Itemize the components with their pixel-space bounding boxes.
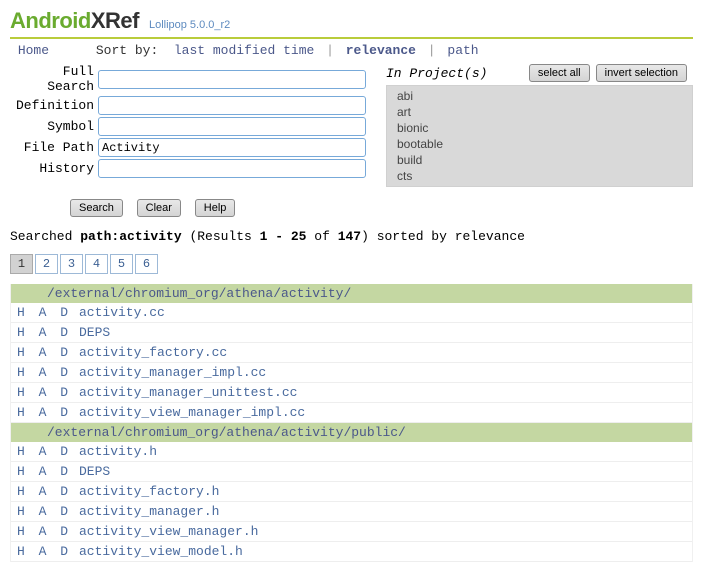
file-link[interactable]: DEPS — [79, 464, 110, 479]
sort-lmt[interactable]: last modified time — [174, 43, 314, 58]
dir-row: /external/chromium_org/athena/activity/p… — [11, 423, 692, 442]
project-item[interactable]: cts — [387, 168, 692, 184]
label-file-path: File Path — [10, 140, 98, 155]
project-item[interactable]: bootable — [387, 136, 692, 152]
had-links[interactable]: H A D — [17, 544, 79, 559]
results-summary: Searched path:activity (Results 1 - 25 o… — [10, 229, 693, 244]
file-row: H A Dactivity_view_manager_impl.cc — [11, 403, 692, 423]
file-row: H A Dactivity_view_model.h — [11, 542, 692, 562]
file-row: H A DDEPS — [11, 323, 692, 343]
pager-page[interactable]: 4 — [85, 254, 108, 274]
pager-page[interactable]: 2 — [35, 254, 58, 274]
search-form: Full Search Definition Symbol File Path … — [10, 64, 366, 180]
home-link[interactable]: Home — [18, 43, 49, 58]
in-projects-label: In Project(s) — [386, 66, 487, 81]
file-link[interactable]: activity_factory.h — [79, 484, 219, 499]
label-full-search: Full Search — [10, 64, 98, 94]
project-list[interactable]: abiartbionicbootablebuildcts — [386, 85, 693, 187]
results-query: path:activity — [80, 229, 181, 244]
results-m2: of — [306, 229, 337, 244]
file-row: H A DDEPS — [11, 462, 692, 482]
project-item[interactable]: bionic — [387, 120, 692, 136]
file-link[interactable]: activity_view_model.h — [79, 544, 243, 559]
had-links[interactable]: H A D — [17, 345, 79, 360]
invert-selection-button[interactable]: invert selection — [596, 64, 687, 82]
select-all-button[interactable]: select all — [529, 64, 590, 82]
file-link[interactable]: activity_factory.cc — [79, 345, 227, 360]
sort-relevance[interactable]: relevance — [346, 43, 416, 58]
file-link[interactable]: activity_manager_unittest.cc — [79, 385, 297, 400]
file-path-input[interactable] — [98, 138, 366, 157]
pager-page[interactable]: 6 — [135, 254, 158, 274]
file-row: H A Dactivity_factory.h — [11, 482, 692, 502]
file-link[interactable]: DEPS — [79, 325, 110, 340]
file-row: H A Dactivity_factory.cc — [11, 343, 692, 363]
file-row: H A Dactivity.h — [11, 442, 692, 462]
results-m1: (Results — [182, 229, 260, 244]
results-range: 1 - 25 — [260, 229, 307, 244]
had-links[interactable]: H A D — [17, 524, 79, 539]
had-links[interactable]: H A D — [17, 305, 79, 320]
had-links[interactable]: H A D — [17, 444, 79, 459]
had-links[interactable]: H A D — [17, 484, 79, 499]
history-input[interactable] — [98, 159, 366, 178]
dir-row: /external/chromium_org/athena/activity/ — [11, 284, 692, 303]
had-links[interactable]: H A D — [17, 365, 79, 380]
had-links[interactable]: H A D — [17, 504, 79, 519]
had-links[interactable]: H A D — [17, 385, 79, 400]
file-row: H A Dactivity_manager.h — [11, 502, 692, 522]
logo-xref: XRef — [91, 8, 139, 34]
had-links[interactable]: H A D — [17, 405, 79, 420]
pager-page[interactable]: 5 — [110, 254, 133, 274]
file-link[interactable]: activity_manager_impl.cc — [79, 365, 266, 380]
results-prefix: Searched — [10, 229, 80, 244]
project-item[interactable]: art — [387, 104, 692, 120]
results-suffix: ) sorted by relevance — [361, 229, 525, 244]
pager-page[interactable]: 1 — [10, 254, 33, 274]
results-total: 147 — [338, 229, 361, 244]
full-search-input[interactable] — [98, 70, 366, 89]
file-link[interactable]: activity_view_manager.h — [79, 524, 258, 539]
pager-page[interactable]: 3 — [60, 254, 83, 274]
file-row: H A Dactivity_manager_unittest.cc — [11, 383, 692, 403]
logo-android: Android — [10, 8, 91, 34]
dir-link[interactable]: /external/chromium_org/athena/activity/p… — [47, 425, 406, 440]
sort-path[interactable]: path — [447, 43, 478, 58]
had-links[interactable]: H A D — [17, 464, 79, 479]
help-button[interactable]: Help — [195, 199, 236, 217]
version-label: Lollipop 5.0.0_r2 — [149, 19, 230, 31]
header-rule — [10, 37, 693, 39]
file-link[interactable]: activity_view_manager_impl.cc — [79, 405, 305, 420]
file-row: H A Dactivity.cc — [11, 303, 692, 323]
nav-row: Home Sort by: last modified time | relev… — [10, 43, 693, 58]
project-item[interactable]: abi — [387, 88, 692, 104]
file-link[interactable]: activity.cc — [79, 305, 165, 320]
results-list: /external/chromium_org/athena/activity/H… — [10, 284, 693, 562]
file-link[interactable]: activity_manager.h — [79, 504, 219, 519]
search-button[interactable]: Search — [70, 199, 123, 217]
had-links[interactable]: H A D — [17, 325, 79, 340]
symbol-input[interactable] — [98, 117, 366, 136]
dir-link[interactable]: /external/chromium_org/athena/activity/ — [47, 286, 351, 301]
label-symbol: Symbol — [10, 119, 98, 134]
label-history: History — [10, 161, 98, 176]
clear-button[interactable]: Clear — [137, 199, 181, 217]
label-definition: Definition — [10, 98, 98, 113]
project-item[interactable]: build — [387, 152, 692, 168]
file-row: H A Dactivity_manager_impl.cc — [11, 363, 692, 383]
pager: 123456 — [10, 254, 693, 274]
file-link[interactable]: activity.h — [79, 444, 157, 459]
definition-input[interactable] — [98, 96, 366, 115]
file-row: H A Dactivity_view_manager.h — [11, 522, 692, 542]
sortby-label: Sort by: — [96, 43, 158, 58]
